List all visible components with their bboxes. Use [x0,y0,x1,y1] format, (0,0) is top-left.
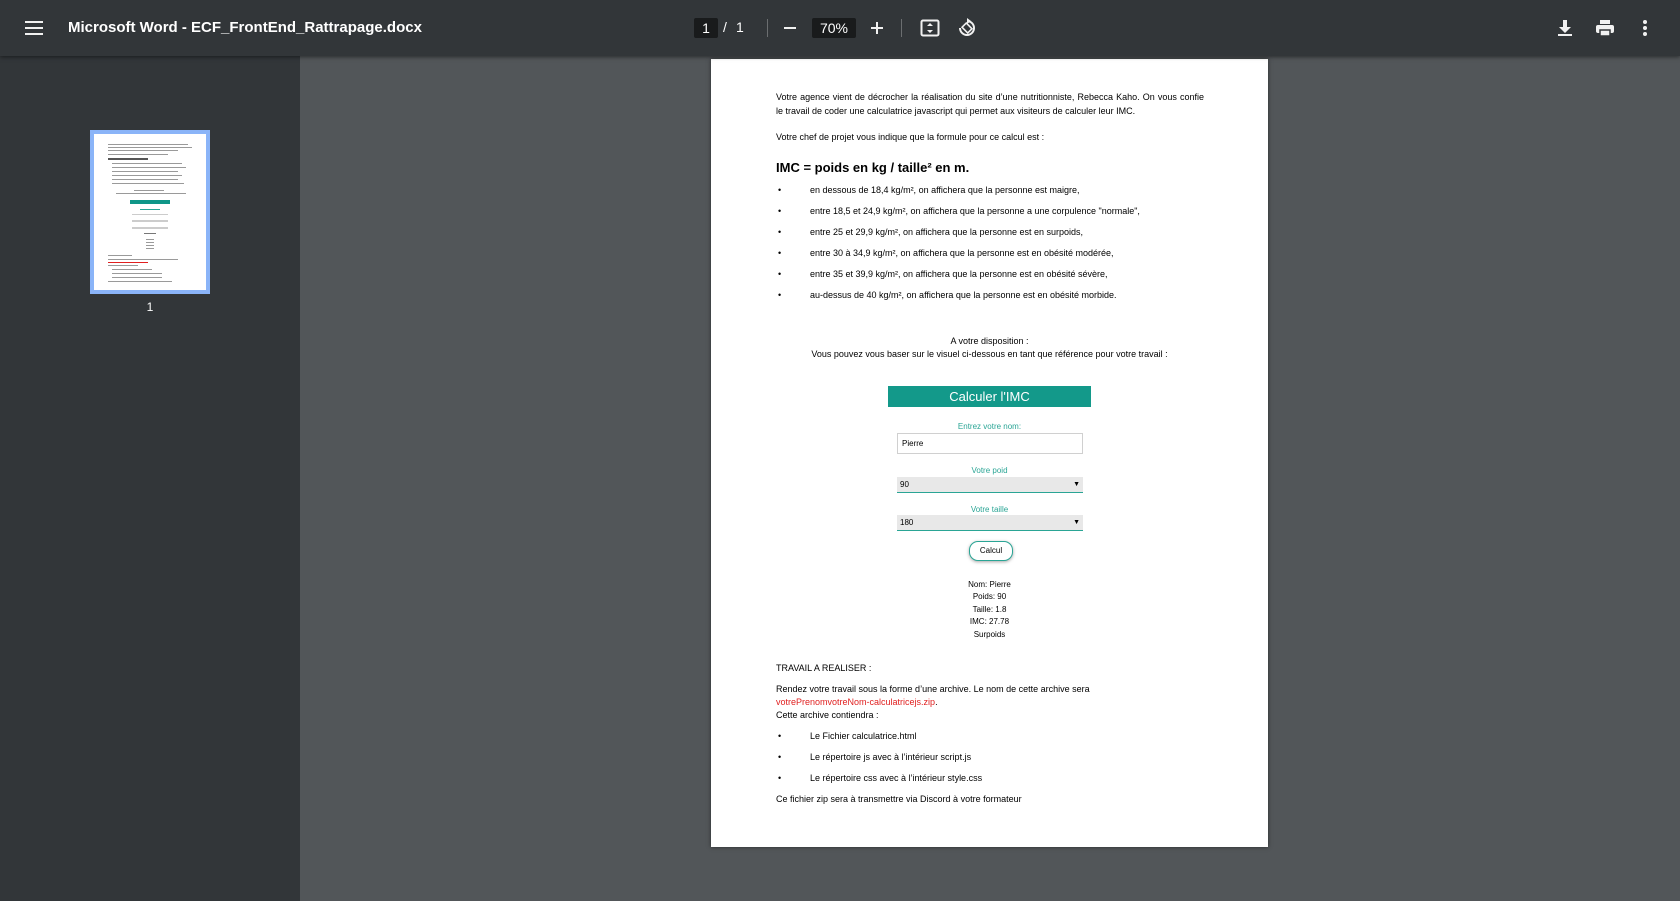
bullet-dot: • [778,248,782,258]
calc-header: Calculer l'IMC [888,386,1091,407]
disposition-title: A votre disposition : [950,336,1029,346]
archive-name-line: votrePrenomvotreNom-calculatricejs.zip. [776,697,938,707]
weight-label: Votre poid [971,466,1008,475]
result-line: Surpoids [973,630,1006,639]
bullet-dot: • [778,773,782,783]
page-thumbnail[interactable] [90,130,210,294]
bullet-dot: • [778,185,782,195]
document-page: Votre agence vient de décrocher la réali… [711,59,1268,847]
bullet-dot: • [778,206,782,216]
height-label: Votre taille [970,505,1009,514]
work-title: TRAVAIL A REALISER : [776,663,872,673]
list-item: entre 25 et 29,9 kg/m², on affichera que… [810,227,1084,237]
page-number-input[interactable]: 1 [694,18,718,38]
bullet-dot: • [778,290,782,300]
bullet-dot: • [778,731,782,741]
archive-period: . [935,697,938,707]
archive-contains: Cette archive contiendra : [776,710,879,720]
menu-icon[interactable] [23,18,45,38]
rotate-icon[interactable] [955,16,979,40]
total-pages: 1 [736,19,744,35]
download-icon[interactable] [1553,16,1577,40]
name-input-mock: Pierre [897,433,1083,454]
fit-page-icon[interactable] [918,16,942,40]
dropdown-arrow-icon: ▼ [1073,519,1080,526]
toolbar-divider [767,19,768,37]
formula-heading: IMC = poids en kg / taille² en m. [776,160,970,175]
list-item: entre 35 et 39,9 kg/m², on affichera que… [810,269,1108,279]
page-separator: / [723,19,727,35]
thumbnail-page-number: 1 [146,300,154,314]
zoom-in-icon[interactable] [865,16,889,40]
weight-value: 90 [900,480,909,489]
print-icon[interactable] [1593,16,1617,40]
result-line: Poids: 90 [972,592,1007,601]
more-vert-icon[interactable] [1633,16,1657,40]
weight-select-mock: 90 ▼ [897,477,1083,493]
bullet-dot: • [778,269,782,279]
archive-name: votrePrenomvotreNom-calculatricejs.zip [776,697,936,707]
thumbnail-sidebar: 1 [0,56,300,901]
disposition-text: Vous pouvez vous baser sur le visuel ci-… [811,349,1168,359]
height-value: 180 [900,518,914,527]
calcul-button-mock: Calcul [969,541,1013,561]
list-item: Le répertoire js avec à l’intérieur scri… [810,752,972,762]
list-item: au-dessus de 40 kg/m², on affichera que … [810,290,1117,300]
pdf-toolbar: Microsoft Word - ECF_FrontEnd_Rattrapage… [0,0,1680,56]
result-line: Taille: 1.8 [972,605,1007,614]
closing-text: Ce fichier zip sera à transmettre via Di… [776,794,1022,804]
toolbar-divider [901,19,902,37]
list-item: Le répertoire css avec à l’intérieur sty… [810,773,983,783]
dropdown-arrow-icon: ▼ [1073,481,1080,488]
formula-intro: Votre chef de projet vous indique que la… [776,132,1045,142]
list-item: en dessous de 18,4 kg/m², on affichera q… [810,185,1080,195]
bullet-dot: • [778,227,782,237]
list-item: entre 18,5 et 24,9 kg/m², on affichera q… [810,206,1140,216]
result-line: IMC: 27.78 [969,617,1010,626]
zoom-level-input[interactable]: 70% [812,18,856,38]
name-label: Entrez votre nom: [957,422,1022,431]
work-text: Rendez votre travail sous la forme d’une… [776,684,1090,694]
document-title: Microsoft Word - ECF_FrontEnd_Rattrapage… [68,19,422,36]
zoom-out-icon[interactable] [778,16,802,40]
intro-paragraph: Votre agence vient de décrocher la réali… [776,92,1204,116]
list-item: entre 30 à 34,9 kg/m², on affichera que … [810,248,1114,258]
result-line: Nom: Pierre [968,580,1011,589]
list-item: Le Fichier calculatrice.html [810,731,917,741]
bullet-dot: • [778,752,782,762]
height-select-mock: 180 ▼ [897,515,1083,531]
